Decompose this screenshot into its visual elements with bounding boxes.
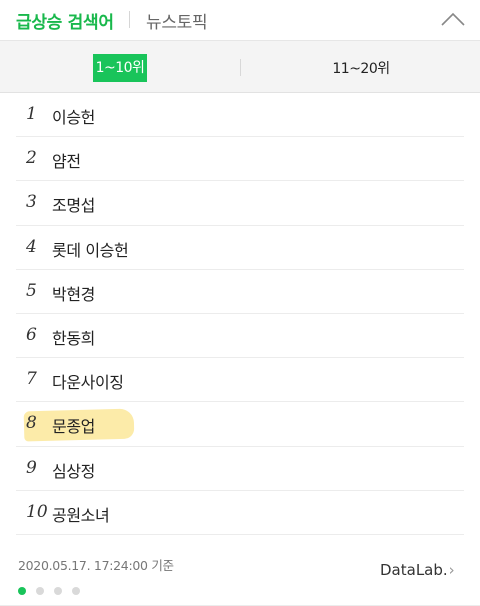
header: 급상승 검색어 뉴스토픽 bbox=[0, 0, 480, 40]
rank-number: 6 bbox=[26, 324, 37, 345]
update-timestamp: 2020.05.17. 17:24:00 기준 bbox=[18, 558, 174, 573]
tab-rank-1-10[interactable]: 1~10위 bbox=[0, 41, 240, 93]
keyword-text: 이승헌 bbox=[52, 108, 95, 127]
rank-number: 1 bbox=[26, 104, 37, 124]
keyword-text: 롯데 이승헌 bbox=[52, 240, 129, 260]
tab-trending-searches[interactable]: 급상승 검색어 bbox=[16, 8, 114, 33]
keyword-text: 박현경 bbox=[52, 284, 95, 304]
keyword-text: 공원소녀 bbox=[52, 505, 110, 525]
page-dot[interactable] bbox=[54, 587, 62, 595]
rank-number: 3 bbox=[26, 192, 37, 213]
list-item[interactable]: 1 이승헌 bbox=[16, 93, 464, 138]
keyword-text: 한동희 bbox=[52, 328, 95, 348]
tab-rank-11-20[interactable]: 11~20위 bbox=[242, 41, 480, 93]
page-dot[interactable] bbox=[36, 587, 44, 595]
rank-number: 8 bbox=[26, 413, 37, 434]
keyword-list: 1 이승헌 2 얌전 3 조명섭 4 롯데 이승헌 5 박현경 6 한동희 7 다운사이징 8… bbox=[16, 93, 464, 535]
tab-rank-1-10-label: 1~10위 bbox=[93, 54, 147, 82]
rank-number: 4 bbox=[26, 236, 37, 257]
list-item-highlighted[interactable]: 8 문종업 bbox=[16, 402, 464, 447]
rank-number: 9 bbox=[26, 457, 37, 478]
list-item[interactable]: 4 롯데 이승헌 bbox=[16, 226, 464, 270]
list-item[interactable]: 2 얌전 bbox=[16, 137, 464, 182]
footer: 2020.05.17. 17:24:00 기준 DataLab.› bbox=[0, 540, 480, 606]
page-dot[interactable] bbox=[18, 587, 26, 595]
list-item[interactable]: 5 박현경 bbox=[16, 270, 464, 314]
rank-range-tabs: 1~10위 11~20위 bbox=[0, 40, 480, 93]
datalab-link[interactable]: DataLab.› bbox=[380, 561, 455, 579]
keyword-text: 얌전 bbox=[52, 152, 81, 172]
tab-rank-11-20-label: 11~20위 bbox=[332, 61, 390, 77]
list-item[interactable]: 7 다운사이징 bbox=[16, 358, 464, 403]
page-indicator bbox=[18, 580, 90, 595]
rank-number: 10 bbox=[26, 501, 48, 522]
chevron-right-icon: › bbox=[448, 561, 455, 579]
rank-tab-divider bbox=[240, 59, 241, 76]
list-item[interactable]: 6 한동희 bbox=[16, 314, 464, 359]
chevron-up-icon[interactable] bbox=[438, 8, 468, 30]
tab-news-topics[interactable]: 뉴스토픽 bbox=[146, 8, 208, 33]
datalab-label: DataLab. bbox=[380, 561, 448, 579]
rank-number: 5 bbox=[26, 280, 37, 301]
keyword-text: 다운사이징 bbox=[52, 373, 124, 393]
rank-number: 7 bbox=[26, 369, 37, 390]
keyword-text: 심상정 bbox=[52, 461, 95, 481]
keyword-text: 조명섭 bbox=[52, 196, 95, 216]
tab-divider bbox=[129, 11, 130, 28]
list-item[interactable]: 3 조명섭 bbox=[16, 181, 464, 226]
page-dot[interactable] bbox=[72, 587, 80, 595]
rank-number: 2 bbox=[26, 148, 37, 169]
list-item[interactable]: 10 공원소녀 bbox=[16, 491, 464, 535]
list-item[interactable]: 9 심상정 bbox=[16, 447, 464, 491]
keyword-text: 문종업 bbox=[52, 417, 95, 437]
